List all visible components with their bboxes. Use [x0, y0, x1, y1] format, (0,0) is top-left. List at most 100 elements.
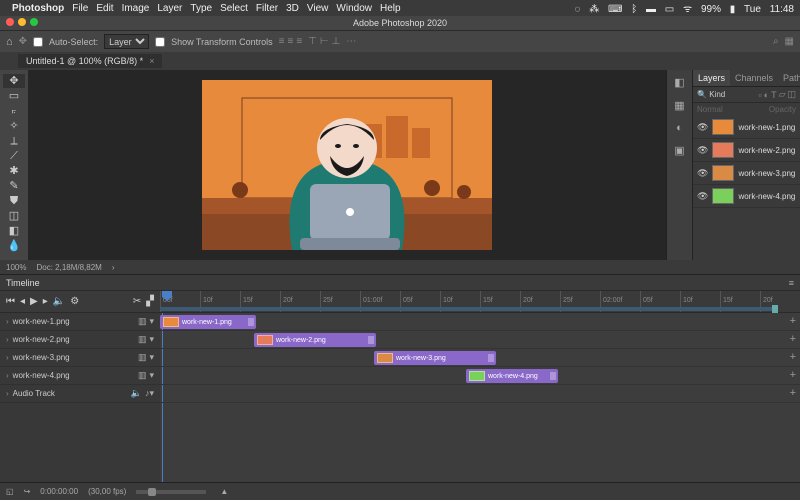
- video-clip[interactable]: work-new-1.png: [160, 315, 256, 329]
- goto-first-frame-button[interactable]: ⏮: [6, 296, 15, 307]
- lasso-tool[interactable]: ⟔: [3, 104, 25, 118]
- layer-thumbnail[interactable]: [712, 165, 734, 181]
- tab-channels[interactable]: Channels: [730, 70, 778, 86]
- track-label[interactable]: › work-new-1.png ▥▾: [0, 313, 160, 331]
- filter-smart-icon[interactable]: ◫: [787, 89, 796, 100]
- align-left-icon[interactable]: ≡: [279, 36, 285, 47]
- video-clip[interactable]: work-new-4.png: [466, 369, 558, 383]
- align-bottom-icon[interactable]: ⊥: [332, 36, 341, 47]
- zoom-level[interactable]: 100%: [6, 263, 26, 272]
- app-name[interactable]: Photoshop: [12, 3, 64, 14]
- color-panel-icon[interactable]: ◧: [674, 76, 684, 89]
- window-minimize-icon[interactable]: [18, 18, 26, 26]
- visibility-toggle-icon[interactable]: 👁: [697, 168, 708, 179]
- flag-icon[interactable]: ▬: [646, 4, 656, 15]
- crop-tool[interactable]: ⟂: [3, 134, 25, 148]
- track-row[interactable]: work-new-4.png +: [160, 367, 800, 385]
- visibility-toggle-icon[interactable]: 👁: [697, 122, 708, 133]
- track-options-icon[interactable]: ▥: [138, 370, 147, 381]
- audio-mute-icon[interactable]: 🔈: [131, 388, 142, 399]
- zoom-in-icon[interactable]: ▲: [220, 487, 228, 496]
- menu-type[interactable]: Type: [190, 3, 212, 14]
- track-menu-icon[interactable]: ♪▾: [145, 388, 154, 399]
- next-frame-button[interactable]: ▸: [43, 296, 48, 307]
- layer-row[interactable]: 👁 work-new-2.png: [693, 139, 800, 162]
- track-row[interactable]: work-new-1.png +: [160, 313, 800, 331]
- layer-thumbnail[interactable]: [712, 188, 734, 204]
- track-label[interactable]: › work-new-3.png ▥▾: [0, 349, 160, 367]
- wifi-icon[interactable]: ᯤ: [683, 4, 692, 15]
- add-media-button[interactable]: +: [790, 315, 796, 327]
- libraries-panel-icon[interactable]: ▣: [674, 144, 684, 157]
- marquee-tool[interactable]: ▭: [3, 89, 25, 103]
- filter-type-icon[interactable]: T: [771, 90, 777, 100]
- menu-edit[interactable]: Edit: [96, 3, 113, 14]
- expand-track-icon[interactable]: ›: [6, 335, 9, 344]
- clip-end-handle[interactable]: [550, 372, 556, 380]
- layer-thumbnail[interactable]: [712, 119, 734, 135]
- split-clip-button[interactable]: ✂: [133, 296, 141, 307]
- dropbox-icon[interactable]: ⁂: [589, 4, 599, 15]
- align-center-icon[interactable]: ≡: [287, 36, 293, 47]
- timeline-menu-icon[interactable]: ≡: [789, 278, 794, 288]
- transition-button[interactable]: ▞: [146, 296, 154, 307]
- track-menu-icon[interactable]: ▾: [149, 370, 154, 381]
- playhead[interactable]: [162, 291, 172, 301]
- track-menu-icon[interactable]: ▾: [149, 352, 154, 363]
- layer-thumbnail[interactable]: [712, 142, 734, 158]
- canvas[interactable]: [28, 70, 666, 260]
- blend-mode[interactable]: Normal: [697, 105, 723, 114]
- menu-image[interactable]: Image: [122, 3, 150, 14]
- add-audio-button[interactable]: +: [790, 387, 796, 399]
- display-icon[interactable]: ▭: [665, 4, 674, 15]
- add-media-button[interactable]: +: [790, 351, 796, 363]
- menu-filter[interactable]: Filter: [256, 3, 278, 14]
- window-close-icon[interactable]: [6, 18, 14, 26]
- clock-day[interactable]: Tue: [744, 4, 761, 15]
- workspace-icon[interactable]: ▦: [785, 36, 794, 47]
- track-menu-icon[interactable]: ▾: [149, 334, 154, 345]
- render-video-icon[interactable]: ↪: [24, 487, 31, 496]
- align-top-icon[interactable]: ⊤: [308, 36, 317, 47]
- clip-end-handle[interactable]: [248, 318, 254, 326]
- visibility-toggle-icon[interactable]: 👁: [697, 191, 708, 202]
- expand-track-icon[interactable]: ›: [6, 353, 9, 362]
- bluetooth-icon[interactable]: ᛒ: [631, 4, 637, 15]
- auto-select-target[interactable]: Layer: [104, 34, 149, 49]
- swatches-panel-icon[interactable]: ▦: [674, 99, 684, 112]
- menu-file[interactable]: File: [72, 3, 88, 14]
- menu-view[interactable]: View: [307, 3, 329, 14]
- expand-track-icon[interactable]: ›: [6, 371, 9, 380]
- expand-track-icon[interactable]: ›: [6, 389, 9, 398]
- filter-shape-icon[interactable]: ▱: [779, 89, 786, 100]
- filter-pixel-icon[interactable]: ▫: [758, 90, 761, 100]
- move-tool[interactable]: ✥: [3, 74, 25, 88]
- track-label[interactable]: › work-new-4.png ▥▾: [0, 367, 160, 385]
- track-label[interactable]: › work-new-2.png ▥▾: [0, 331, 160, 349]
- add-media-button[interactable]: +: [790, 333, 796, 345]
- healing-brush-tool[interactable]: ✱: [3, 164, 25, 178]
- battery-icon[interactable]: ▮: [730, 4, 736, 15]
- align-middle-icon[interactable]: ⊢: [320, 36, 329, 47]
- prev-frame-button[interactable]: ◂: [20, 296, 25, 307]
- search-icon[interactable]: ⌕: [773, 36, 779, 47]
- clip-end-handle[interactable]: [368, 336, 374, 344]
- clone-stamp-tool[interactable]: ⛊: [3, 194, 25, 208]
- audio-track-row[interactable]: +: [160, 385, 800, 403]
- blur-tool[interactable]: 💧: [3, 239, 25, 253]
- show-transform-checkbox[interactable]: [155, 37, 165, 47]
- track-options-icon[interactable]: ▥: [138, 334, 147, 345]
- more-align-icon[interactable]: ⋯: [346, 36, 356, 47]
- layer-row[interactable]: 👁 work-new-1.png: [693, 116, 800, 139]
- cloud-icon[interactable]: ◌: [575, 4, 581, 15]
- eraser-tool[interactable]: ◫: [3, 209, 25, 223]
- audio-track-label[interactable]: › Audio Track 🔈♪▾: [0, 385, 160, 403]
- clock-time[interactable]: 11:48: [770, 4, 794, 15]
- frame-animation-toggle-icon[interactable]: ◱: [6, 487, 14, 496]
- expand-track-icon[interactable]: ›: [6, 317, 9, 326]
- work-area-bar[interactable]: [160, 307, 774, 311]
- add-media-button[interactable]: +: [790, 369, 796, 381]
- window-zoom-icon[interactable]: [30, 18, 38, 26]
- menu-3d[interactable]: 3D: [286, 3, 299, 14]
- layer-row[interactable]: 👁 work-new-4.png: [693, 185, 800, 208]
